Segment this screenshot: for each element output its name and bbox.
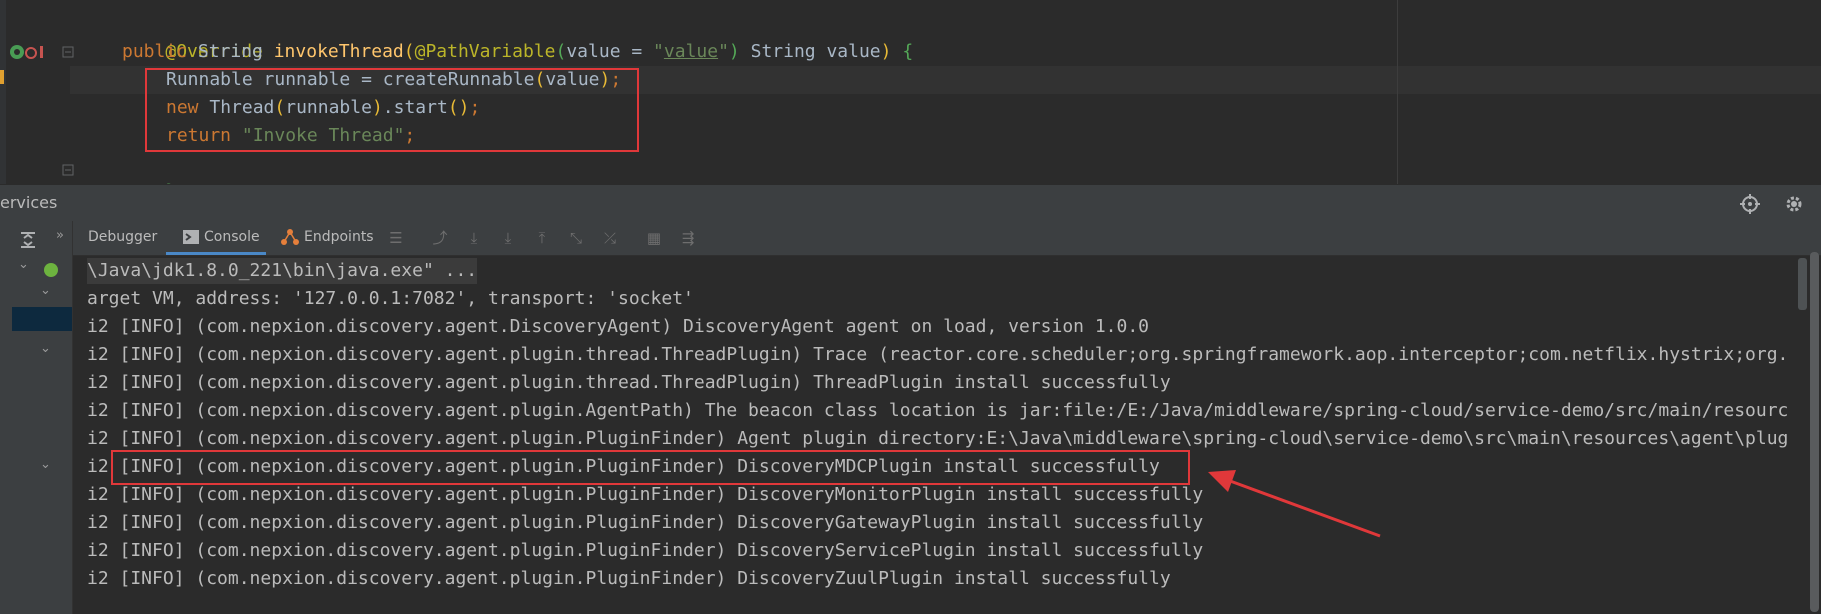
paren-close-inner: ) bbox=[728, 41, 740, 62]
chevron-down-icon[interactable]: ⌄ bbox=[18, 257, 29, 272]
console-line: i2 [INFO] (com.nepxion.discovery.agent.D… bbox=[87, 316, 1150, 337]
endpoints-icon bbox=[281, 229, 299, 245]
expand-more-icon[interactable]: » bbox=[56, 228, 64, 243]
gear-icon[interactable] bbox=[1784, 194, 1804, 214]
string-quote: " bbox=[653, 41, 664, 62]
services-tree[interactable]: » ⌄ ⌄ ⌄ ⌄ bbox=[0, 221, 73, 614]
method-name: invokeThread bbox=[273, 41, 404, 62]
paren-open: ( bbox=[403, 41, 415, 62]
gutter-marker-icon bbox=[0, 70, 4, 84]
step-out-icon[interactable]: ⤒ bbox=[532, 228, 552, 248]
console-line: i2 [INFO] (com.nepxion.discovery.agent.p… bbox=[87, 484, 1204, 505]
collapse-all-icon[interactable] bbox=[18, 230, 38, 250]
services-panel-title: ervices bbox=[0, 193, 58, 212]
crosshair-icon[interactable] bbox=[1740, 194, 1760, 214]
right-margin-guide bbox=[1397, 0, 1398, 184]
string-quote: " bbox=[718, 41, 729, 62]
menu-icon[interactable]: ☰ bbox=[386, 228, 406, 248]
param-declaration: String value bbox=[739, 41, 881, 62]
console-line: arget VM, address: '127.0.0.1:7082', tra… bbox=[87, 288, 694, 309]
gutter-run-icon[interactable] bbox=[8, 42, 48, 62]
string-link-value[interactable]: value bbox=[664, 41, 718, 62]
paren-open-inner: ( bbox=[555, 41, 567, 62]
console-icon bbox=[183, 230, 199, 244]
trace-current-stream-icon[interactable]: ⇶ bbox=[678, 228, 698, 248]
step-into-icon[interactable]: ⤓ bbox=[498, 228, 518, 248]
brace-open: { bbox=[891, 41, 914, 62]
console-line: i2 [INFO] (com.nepxion.discovery.agent.p… bbox=[87, 372, 1171, 393]
fold-open-icon[interactable] bbox=[62, 46, 74, 58]
step-over-icon[interactable]: ⤓ bbox=[464, 228, 484, 248]
console-line: i2 [INFO] (com.nepxion.discovery.agent.p… bbox=[87, 400, 1789, 421]
active-tab-indicator bbox=[166, 252, 266, 255]
tab-console[interactable]: Console bbox=[204, 229, 260, 245]
console-line: i2 [INFO] (com.nepxion.discovery.agent.p… bbox=[87, 568, 1171, 589]
annotation-param: value = bbox=[566, 41, 654, 62]
editor-gutter bbox=[0, 0, 6, 184]
annotation-pathvariable: @PathVariable bbox=[414, 41, 556, 62]
run-to-cursor-icon[interactable]: ⤰ bbox=[600, 228, 620, 248]
console-highlight-box bbox=[111, 450, 1190, 485]
code-line-close: } bbox=[122, 150, 176, 184]
vertical-scrollbar[interactable] bbox=[1810, 252, 1819, 612]
tab-debugger[interactable]: Debugger bbox=[88, 229, 157, 245]
type-string: String bbox=[197, 41, 274, 62]
console-line: i2 [INFO] (com.nepxion.discovery.agent.p… bbox=[87, 428, 1789, 449]
chevron-down-icon[interactable]: ⌄ bbox=[40, 457, 51, 472]
fold-close-icon[interactable] bbox=[62, 164, 74, 176]
console-scrollbar-thumb[interactable] bbox=[1798, 258, 1807, 310]
chevron-down-icon[interactable]: ⌄ bbox=[40, 341, 51, 356]
paren-close: ) bbox=[880, 41, 892, 62]
code-line-signature: public String invokeThread(@PathVariable… bbox=[122, 38, 913, 66]
code-editor[interactable]: @Override public String invokeThread(@Pa… bbox=[0, 0, 1821, 184]
console-line: i2 [INFO] (com.nepxion.discovery.agent.p… bbox=[87, 344, 1789, 365]
chevron-down-icon[interactable]: ⌄ bbox=[40, 283, 51, 298]
console-line: i2 [INFO] (com.nepxion.discovery.agent.p… bbox=[87, 540, 1204, 561]
spring-boot-icon bbox=[44, 263, 58, 277]
evaluate-expression-icon[interactable]: ▦ bbox=[644, 228, 664, 248]
keyword-public: public bbox=[122, 41, 198, 62]
tab-endpoints[interactable]: Endpoints bbox=[304, 229, 374, 245]
drop-frame-icon[interactable]: ⤡ bbox=[566, 228, 586, 248]
console-line: \Java\jdk1.8.0_221\bin\java.exe" ... bbox=[87, 260, 478, 281]
console-line: i2 [INFO] (com.nepxion.discovery.agent.p… bbox=[87, 512, 1204, 533]
services-panel-header bbox=[0, 184, 1821, 222]
code-line-override: @Override bbox=[122, 10, 263, 62]
tree-selected-row[interactable] bbox=[12, 307, 72, 331]
code-highlight-box bbox=[145, 68, 639, 152]
show-execution-point-icon[interactable]: ⤴ bbox=[430, 228, 450, 248]
